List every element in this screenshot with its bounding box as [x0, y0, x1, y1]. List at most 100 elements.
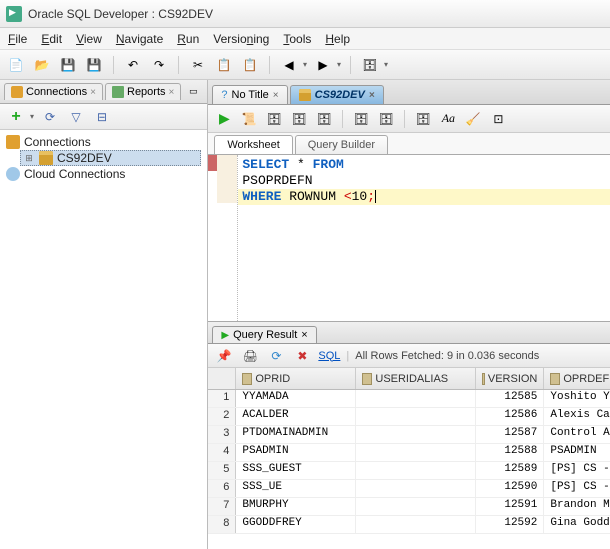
cell-version[interactable]: 12591 [476, 498, 544, 515]
cell-useridalias[interactable] [356, 480, 476, 497]
tab-worksheet[interactable]: Worksheet [214, 135, 292, 154]
sql-editor[interactable]: SELECT * FROM PSOPRDEFN WHERE ROWNUM <10… [208, 155, 610, 321]
table-row[interactable]: 4PSADMIN12588PSADMIN [208, 444, 610, 462]
cell-oprid[interactable]: SSS_GUEST [236, 462, 356, 479]
cell-version[interactable]: 12588 [476, 444, 544, 461]
cell-oprid[interactable]: PTDOMAINADMIN [236, 426, 356, 443]
expand-icon[interactable]: ⊞ [23, 153, 35, 164]
table-row[interactable]: 2ACALDER12586Alexis Cald [208, 408, 610, 426]
filter-button[interactable]: ▽ [66, 107, 86, 127]
table-row[interactable]: 3PTDOMAINADMIN12587Control App [208, 426, 610, 444]
refresh-button[interactable]: ⟳ [40, 107, 60, 127]
run-button[interactable]: ▶ [214, 109, 234, 129]
cell-useridalias[interactable] [356, 408, 476, 425]
refresh-button[interactable]: ⟳ [266, 346, 286, 366]
cell-useridalias[interactable] [356, 516, 476, 533]
tab-query-result[interactable]: ▶ Query Result × [212, 326, 316, 343]
tab-cs92dev[interactable]: CS92DEV × [290, 85, 384, 104]
sql-link[interactable]: SQL [318, 350, 340, 362]
save-button[interactable]: 💾 [58, 55, 78, 75]
cell-useridalias[interactable] [356, 444, 476, 461]
chevron-down-icon[interactable]: ▾ [30, 112, 34, 121]
new-button[interactable]: 📄 [6, 55, 26, 75]
cell-oprid[interactable]: GGODDFREY [236, 516, 356, 533]
cell-oprid[interactable]: PSADMIN [236, 444, 356, 461]
close-icon[interactable]: × [301, 329, 307, 341]
cell-oprdefnd[interactable]: Alexis Cald [544, 408, 610, 425]
forward-button[interactable]: ▶ [313, 55, 333, 75]
menu-edit[interactable]: Edit [41, 32, 62, 46]
column-header[interactable]: OPRID [236, 368, 356, 389]
cell-version[interactable]: 12585 [476, 390, 544, 407]
tree-db-node[interactable]: ⊞ CS92DEV [20, 150, 201, 166]
print-button[interactable]: 🖨 [240, 346, 260, 366]
clear-button[interactable]: 🧹 [463, 109, 483, 129]
commit-button[interactable]: 🗄 [351, 109, 371, 129]
find-button[interactable]: Aa [438, 109, 458, 129]
table-row[interactable]: 7BMURPHY12591Brandon Mu [208, 498, 610, 516]
new-connection-button[interactable]: + [6, 107, 26, 127]
cell-oprdefnd[interactable]: Control App [544, 426, 610, 443]
close-icon[interactable]: × [90, 87, 96, 98]
menu-tools[interactable]: Tools [283, 32, 311, 46]
copy-button[interactable]: 📋 [214, 55, 234, 75]
minimize-panel-button[interactable]: ▭ [183, 82, 203, 102]
explain-plan-button[interactable]: 🗄 [264, 109, 284, 129]
collapse-button[interactable]: ⊟ [92, 107, 112, 127]
cell-oprdefnd[interactable]: Gina Goddre [544, 516, 610, 533]
cancel-button[interactable]: ✖ [292, 346, 312, 366]
autotrace-button[interactable]: 🗄 [289, 109, 309, 129]
cell-useridalias[interactable] [356, 462, 476, 479]
rollback-button[interactable]: 🗄 [376, 109, 396, 129]
cell-useridalias[interactable] [356, 426, 476, 443]
cell-oprdefnd[interactable]: [PS] CS - G [544, 462, 610, 479]
cell-version[interactable]: 12590 [476, 480, 544, 497]
cell-version[interactable]: 12589 [476, 462, 544, 479]
column-header[interactable]: OPRDEFND [544, 368, 610, 389]
cell-oprid[interactable]: SSS_UE [236, 480, 356, 497]
cell-oprid[interactable]: YYAMADA [236, 390, 356, 407]
chevron-down-icon[interactable]: ▾ [337, 60, 341, 69]
cell-version[interactable]: 12586 [476, 408, 544, 425]
table-row[interactable]: 1YYAMADA12585Yoshito Yar [208, 390, 610, 408]
cell-oprdefnd[interactable]: [PS] CS - S [544, 480, 610, 497]
chevron-down-icon[interactable]: ▾ [384, 60, 388, 69]
sql-button[interactable]: 🗄 [360, 55, 380, 75]
tree-cloud-node[interactable]: Cloud Connections [6, 166, 201, 182]
paste-button[interactable]: 📋 [240, 55, 260, 75]
menu-help[interactable]: Help [325, 32, 350, 46]
chevron-down-icon[interactable]: ▾ [303, 60, 307, 69]
column-header[interactable]: VERSION [476, 368, 544, 389]
close-icon[interactable]: × [369, 90, 375, 101]
cell-version[interactable]: 12587 [476, 426, 544, 443]
menu-file[interactable]: File [8, 32, 27, 46]
menu-run[interactable]: Run [177, 32, 199, 46]
undo-button[interactable]: ↶ [123, 55, 143, 75]
run-script-button[interactable]: 📜 [239, 109, 259, 129]
row-number-header[interactable] [208, 368, 236, 389]
tab-connections[interactable]: Connections × [4, 83, 103, 100]
cell-oprdefnd[interactable]: Yoshito Yar [544, 390, 610, 407]
cell-oprid[interactable]: BMURPHY [236, 498, 356, 515]
cell-oprdefnd[interactable]: PSADMIN [544, 444, 610, 461]
save-all-button[interactable]: 💾 [84, 55, 104, 75]
sql-tuning-button[interactable]: 🗄 [314, 109, 334, 129]
table-row[interactable]: 5SSS_GUEST12589[PS] CS - G [208, 462, 610, 480]
column-header[interactable]: USERIDALIAS [356, 368, 476, 389]
sql-text[interactable]: SELECT * FROM PSOPRDEFN WHERE ROWNUM <10… [242, 157, 376, 205]
cell-useridalias[interactable] [356, 498, 476, 515]
pin-button[interactable]: 📌 [214, 346, 234, 366]
tab-reports[interactable]: Reports × [105, 83, 181, 100]
history-button[interactable]: ⊡ [488, 109, 508, 129]
unshared-worksheet-button[interactable]: 🗄 [413, 109, 433, 129]
close-icon[interactable]: × [169, 87, 175, 98]
open-button[interactable]: 📂 [32, 55, 52, 75]
cell-useridalias[interactable] [356, 390, 476, 407]
table-row[interactable]: 6SSS_UE12590[PS] CS - S [208, 480, 610, 498]
tab-query-builder[interactable]: Query Builder [295, 135, 388, 154]
menu-versioning[interactable]: Versioning [213, 32, 269, 46]
cut-button[interactable]: ✂ [188, 55, 208, 75]
menu-navigate[interactable]: Navigate [116, 32, 163, 46]
cell-version[interactable]: 12592 [476, 516, 544, 533]
close-icon[interactable]: × [273, 90, 279, 101]
